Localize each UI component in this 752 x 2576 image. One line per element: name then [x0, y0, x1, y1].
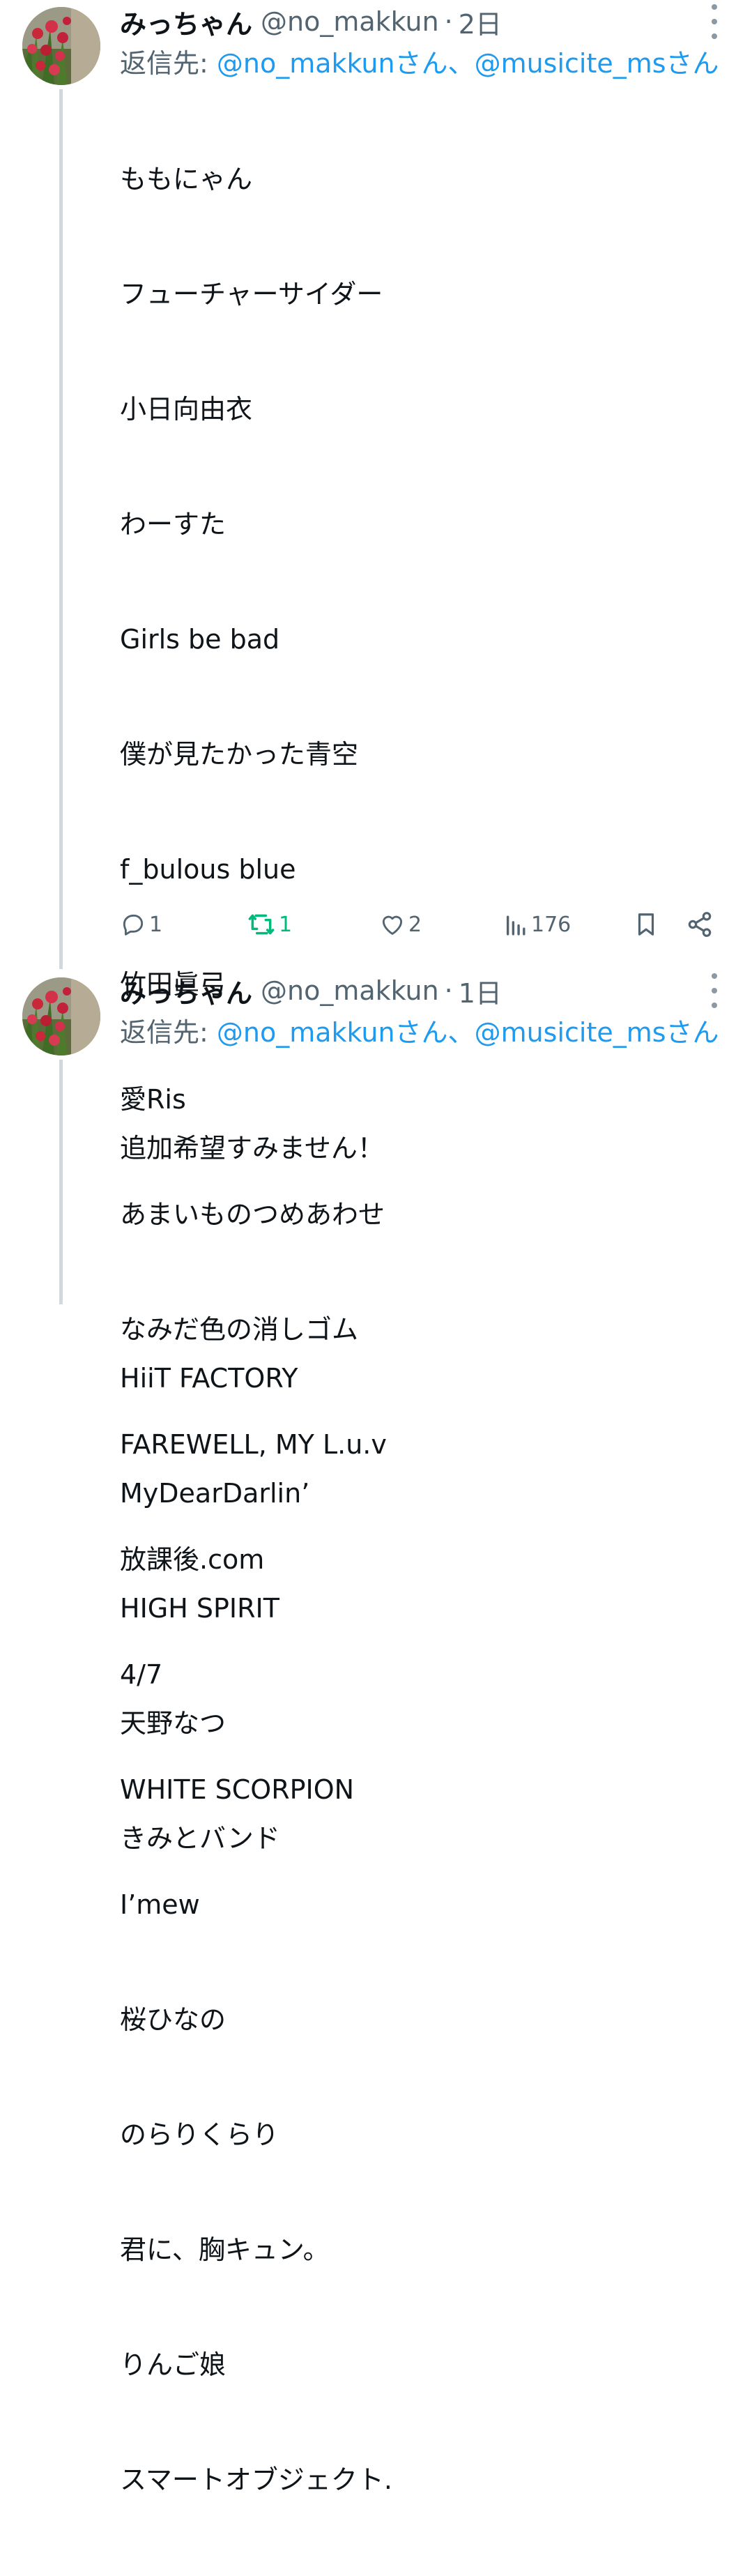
tweet-line: 君に、胸キュン。: [120, 2234, 330, 2265]
mention-link[interactable]: @musicite_msさん: [475, 1017, 719, 1048]
mention-separator: 、: [447, 48, 475, 79]
like-button[interactable]: 2: [379, 906, 422, 943]
mention-link[interactable]: @musicite_msさん: [475, 48, 719, 79]
views-icon: [506, 915, 525, 936]
mention-link[interactable]: @no_makkunさん: [217, 48, 448, 79]
tweet[interactable]: みっちゃん @no_makkun · 2日 返信先: @no_makkunさん、…: [0, 0, 752, 2495]
tweet-line: ももにゃん: [120, 164, 253, 195]
tweet-header: みっちゃん @no_makkun · 1日: [120, 970, 502, 1011]
tweet-line: フューチャーサイダー: [120, 279, 383, 310]
retweet-button[interactable]: 1: [247, 906, 292, 943]
tweet-text: 追加希望すみません！ HiiT FACTORY MyDearDarlin’ HI…: [120, 1053, 384, 1935]
mention-separator: 、: [447, 1017, 475, 1048]
like-count: 2: [408, 912, 422, 937]
reply-to-label: 返信先:: [120, 48, 217, 79]
retweet-icon: [248, 914, 275, 935]
tweet-line: りんご娘: [120, 2349, 227, 2380]
tweet-line: のらりくらり: [120, 2119, 279, 2150]
avatar-image: [22, 7, 100, 85]
reply-button[interactable]: 1: [120, 906, 162, 943]
tweet-line: Girls be bad: [120, 624, 280, 655]
tweet-actions: 1 1 2 176: [120, 906, 719, 943]
tweet-line: スマートオブジェクト.: [120, 2464, 392, 2495]
tweet-header: みっちゃん @no_makkun · 2日: [120, 1, 502, 42]
tweet[interactable]: みっちゃん @no_makkun · 1日 返信先: @no_makkunさん、…: [0, 969, 752, 1854]
avatar-image: [22, 977, 100, 1055]
bookmark-button[interactable]: [633, 906, 662, 943]
more-vertical-icon[interactable]: [704, 4, 725, 39]
user-handle[interactable]: @no_makkun: [261, 6, 439, 37]
tweet-line: HIGH SPIRIT: [120, 1593, 279, 1624]
views-button[interactable]: 176: [505, 906, 571, 943]
user-handle[interactable]: @no_makkun: [261, 975, 439, 1006]
tweet-line: 小日向由衣: [120, 394, 253, 425]
tweet-line: f_bulous blue: [120, 854, 296, 885]
heart-icon: [382, 915, 403, 935]
reply-to-label: 返信先:: [120, 1017, 217, 1048]
tweet-line: 天野なつ: [120, 1708, 227, 1739]
display-name[interactable]: みっちゃん: [120, 972, 252, 1010]
retweet-count: 1: [279, 912, 293, 937]
timestamp[interactable]: 2日: [459, 3, 502, 41]
tweet-line: MyDearDarlin’: [120, 1478, 310, 1509]
more-vertical-icon[interactable]: [704, 973, 725, 1008]
reply-icon: [123, 914, 144, 936]
reply-to: 返信先: @no_makkunさん、@musicite_msさん: [120, 42, 719, 80]
separator-dot: ·: [444, 6, 453, 37]
tweet-line: わーすた: [120, 509, 227, 540]
tweet-line: 桜ひなの: [120, 2004, 227, 2035]
tweet-line: [120, 1244, 384, 1283]
tweet-line: 追加希望すみません！: [120, 1133, 384, 1164]
share-icon: [688, 912, 712, 937]
tweet-line: HiiT FACTORY: [120, 1363, 298, 1394]
tweet-line: きみとバンド: [120, 1823, 280, 1854]
reply-to: 返信先: @no_makkunさん、@musicite_msさん: [120, 1011, 719, 1049]
avatar[interactable]: [22, 7, 100, 85]
bookmark-icon: [638, 913, 654, 936]
tweet-line: 僕が見たかった青空: [120, 739, 359, 770]
mention-link[interactable]: @no_makkunさん: [217, 1017, 448, 1048]
display-name[interactable]: みっちゃん: [120, 3, 252, 41]
views-count: 176: [531, 912, 571, 937]
separator-dot: ·: [444, 975, 453, 1006]
reply-count: 1: [149, 912, 163, 937]
share-button[interactable]: [686, 906, 716, 943]
timestamp[interactable]: 1日: [459, 972, 502, 1010]
avatar[interactable]: [22, 977, 100, 1055]
